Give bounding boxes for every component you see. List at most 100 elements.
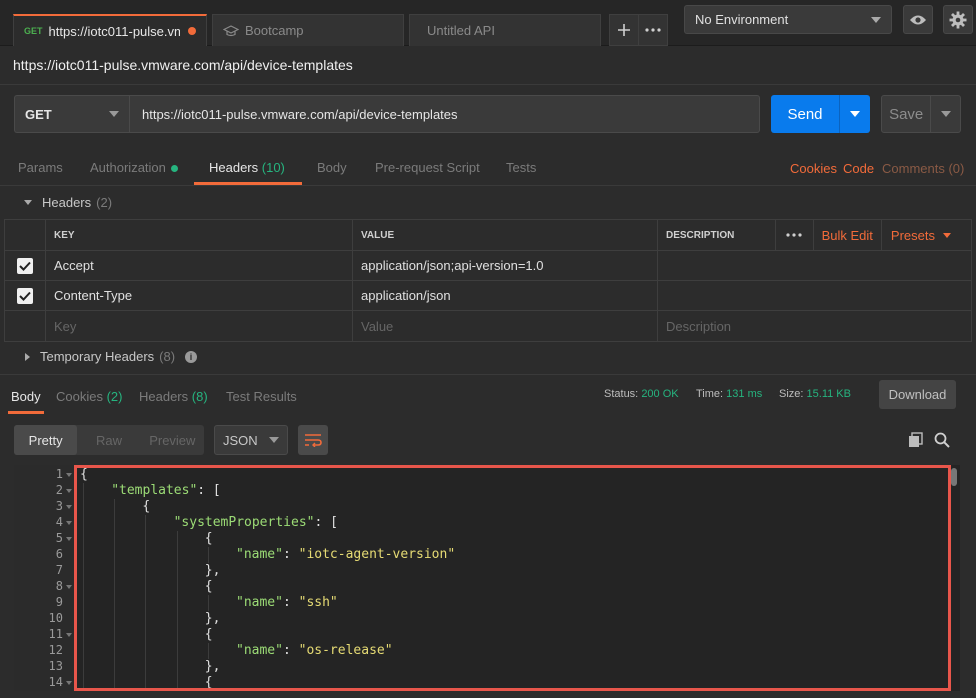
- table-row-new: Key Value Description: [5, 311, 971, 341]
- fold-caret-icon[interactable]: [66, 489, 72, 493]
- plus-icon: [618, 24, 630, 36]
- new-description-input[interactable]: Description: [657, 311, 971, 341]
- fold-caret-icon[interactable]: [66, 473, 72, 477]
- new-value-input[interactable]: Value: [352, 311, 657, 341]
- tab-authorization[interactable]: Authorization: [90, 160, 178, 175]
- download-button[interactable]: Download: [879, 380, 956, 409]
- code-link[interactable]: Code: [843, 161, 874, 176]
- save-button[interactable]: Save: [881, 95, 961, 133]
- fold-caret-icon[interactable]: [66, 633, 72, 637]
- environment-select[interactable]: No Environment: [684, 5, 892, 34]
- send-button[interactable]: Send: [771, 95, 870, 133]
- fold-caret-icon[interactable]: [66, 505, 72, 509]
- presets-button[interactable]: Presets: [880, 220, 971, 250]
- vertical-scrollbar[interactable]: [951, 468, 957, 486]
- tab-params[interactable]: Params: [18, 160, 63, 175]
- header-description-cell[interactable]: [657, 281, 971, 310]
- tab-title: https://iotc011-pulse.vmwa: [48, 23, 180, 39]
- tab-label: Headers: [139, 389, 189, 404]
- tab-options-button[interactable]: [638, 14, 668, 46]
- time-label: Time:: [696, 388, 724, 400]
- url-value: https://iotc011-pulse.vmware.com/api/dev…: [142, 106, 458, 122]
- bulk-edit-button[interactable]: Bulk Edit: [812, 220, 881, 250]
- tab-body[interactable]: Body: [317, 160, 347, 175]
- caret-down-icon: [943, 232, 951, 238]
- presets-label: Presets: [890, 227, 935, 243]
- tab-method-badge: GET: [24, 26, 43, 36]
- active-tab-indicator: [8, 411, 44, 414]
- headers-section-toggle[interactable]: Headers (2): [24, 195, 112, 210]
- enabled-checkbox[interactable]: [17, 287, 33, 304]
- divider: [0, 185, 976, 186]
- view-preview-button[interactable]: Preview: [141, 425, 204, 455]
- response-tab-headers[interactable]: Headers (8): [139, 389, 208, 404]
- more-options-button[interactable]: [774, 220, 813, 250]
- response-tab-body[interactable]: Body: [11, 389, 41, 404]
- search-button[interactable]: [934, 432, 950, 448]
- request-tab-untitled[interactable]: Untitled API: [409, 14, 601, 46]
- tab-headers[interactable]: Headers (10): [209, 160, 285, 175]
- tab-label: Cookies: [56, 389, 103, 404]
- copy-button[interactable]: [908, 432, 924, 448]
- table-row: Content-Type application/json: [5, 281, 971, 311]
- column-header-value: VALUE: [352, 220, 657, 250]
- enabled-checkbox[interactable]: [17, 257, 33, 274]
- tab-tests[interactable]: Tests: [506, 160, 536, 175]
- fold-caret-icon[interactable]: [66, 585, 72, 589]
- tab-prerequest-script[interactable]: Pre-request Script: [375, 160, 480, 175]
- environment-quick-look-button[interactable]: [903, 5, 933, 34]
- caret-down-icon: [24, 200, 32, 205]
- view-raw-button[interactable]: Raw: [77, 425, 140, 455]
- line-number: 1: [55, 467, 63, 481]
- header-description-cell[interactable]: [657, 251, 971, 280]
- chevron-down-icon: [850, 111, 860, 117]
- new-key-input[interactable]: Key: [45, 311, 352, 341]
- wrap-lines-button[interactable]: [298, 425, 328, 455]
- environment-settings-button[interactable]: [943, 5, 973, 34]
- size-readout: Size: 15.11 KB: [779, 388, 851, 400]
- method-select[interactable]: GET: [14, 95, 129, 133]
- status-readout: Status: 200 OK: [604, 388, 679, 400]
- tab-count: (8): [191, 389, 208, 404]
- header-key-cell[interactable]: Content-Type: [45, 281, 352, 310]
- checkmark-icon: [19, 261, 31, 271]
- format-select[interactable]: JSON: [214, 425, 288, 455]
- fold-caret-icon[interactable]: [66, 521, 72, 525]
- request-tab-bootcamp[interactable]: Bootcamp: [212, 14, 404, 46]
- highlight-annotation-box: [74, 465, 951, 691]
- new-tab-button[interactable]: [609, 14, 639, 46]
- fold-caret-icon[interactable]: [66, 537, 72, 541]
- cookies-link[interactable]: Cookies: [790, 161, 837, 176]
- request-title[interactable]: https://iotc011-pulse.vmware.com/api/dev…: [13, 57, 353, 73]
- column-header-key: KEY: [45, 220, 352, 250]
- save-label: Save: [889, 105, 924, 123]
- comments-link[interactable]: Comments (0): [882, 161, 964, 176]
- line-number: 7: [55, 563, 63, 577]
- header-key-cell[interactable]: Accept: [45, 251, 352, 280]
- response-tab-test-results[interactable]: Test Results: [226, 389, 297, 404]
- header-value-cell[interactable]: application/json;api-version=1.0: [352, 251, 657, 280]
- view-pretty-button[interactable]: Pretty: [14, 425, 78, 455]
- gear-icon: [949, 11, 967, 28]
- time-readout: Time: 131 ms: [696, 388, 762, 400]
- line-number: 5: [55, 531, 63, 545]
- table-row: Accept application/json;api-version=1.0: [5, 251, 971, 281]
- temporary-headers-toggle[interactable]: Temporary Headers (8) i: [25, 349, 198, 364]
- status-value: 200 OK: [641, 388, 679, 400]
- request-tab-active[interactable]: GET https://iotc011-pulse.vmwa: [13, 14, 207, 46]
- tab-count: (10): [261, 160, 285, 175]
- row-checkbox-cell: [5, 311, 45, 341]
- method-label: GET: [25, 106, 52, 122]
- info-icon[interactable]: i: [185, 350, 198, 363]
- response-tab-cookies[interactable]: Cookies (2): [56, 389, 122, 404]
- fold-caret-icon[interactable]: [66, 681, 72, 685]
- tab-bar: GET https://iotc011-pulse.vmwa Bootcamp …: [0, 0, 976, 46]
- send-options-button[interactable]: [839, 95, 870, 133]
- time-value: 131 ms: [726, 388, 763, 400]
- line-number: 12: [48, 643, 63, 657]
- header-value-cell[interactable]: application/json: [352, 281, 657, 310]
- save-options-button[interactable]: [930, 96, 960, 132]
- url-input[interactable]: https://iotc011-pulse.vmware.com/api/dev…: [129, 95, 760, 133]
- checkmark-icon: [19, 291, 31, 301]
- tab-label: Authorization: [90, 160, 166, 175]
